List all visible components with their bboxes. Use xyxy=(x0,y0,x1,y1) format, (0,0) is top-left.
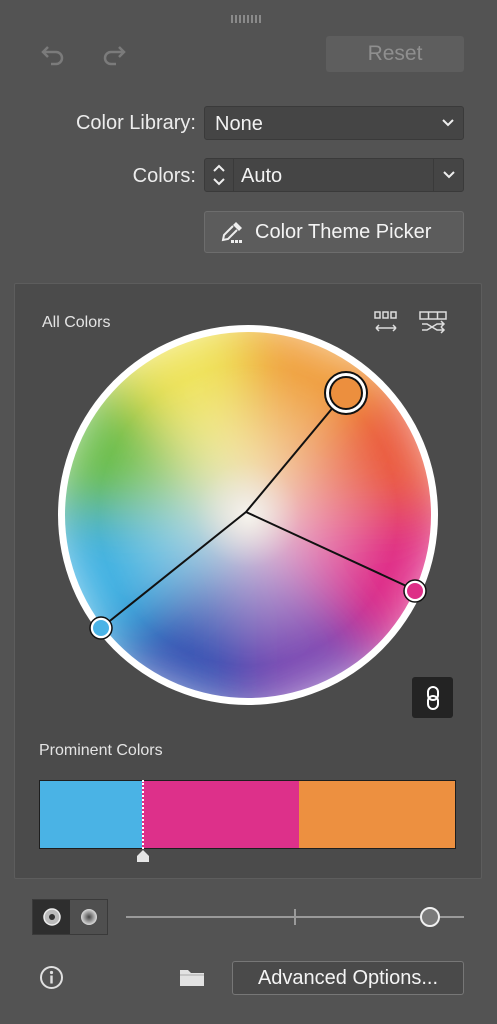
base-color-handle[interactable] xyxy=(324,371,368,415)
color-theme-picker-button[interactable]: Color Theme Picker xyxy=(204,211,464,253)
colors-dropdown-toggle[interactable] xyxy=(433,159,464,191)
prominent-colors-bar[interactable] xyxy=(39,780,456,849)
prominent-swatch-pink[interactable] xyxy=(141,781,300,848)
color-library-select[interactable]: None xyxy=(204,106,464,140)
chevron-down-icon xyxy=(442,119,454,127)
panel-grip[interactable] xyxy=(231,10,265,23)
swatch-divider xyxy=(141,780,144,849)
folder-icon[interactable] xyxy=(178,966,206,988)
slider-thumb[interactable] xyxy=(420,907,441,927)
info-icon[interactable] xyxy=(39,965,64,990)
colors-stepper[interactable] xyxy=(205,159,234,191)
reset-button[interactable]: Reset xyxy=(326,36,464,72)
colors-label: Colors: xyxy=(132,165,196,187)
segmented-wheel-icon xyxy=(80,909,97,925)
prominent-colors-title: Prominent Colors xyxy=(39,742,163,759)
color-theme-picker-label: Color Theme Picker xyxy=(255,220,432,243)
color-wheel[interactable] xyxy=(55,322,441,708)
stepper-arrows-icon xyxy=(213,164,225,186)
chevron-down-icon xyxy=(443,171,455,179)
advanced-options-button[interactable]: Advanced Options... xyxy=(232,961,464,995)
prominent-swatch-orange[interactable] xyxy=(299,781,455,848)
link-harmony-button[interactable] xyxy=(412,677,453,718)
prominent-swatch-blue[interactable] xyxy=(40,781,142,848)
undo-icon[interactable] xyxy=(37,40,69,68)
slider-center-tick xyxy=(294,909,296,925)
eyedropper-icon xyxy=(221,222,242,243)
wheel-display-mode[interactable] xyxy=(32,899,108,935)
pink-color-handle[interactable] xyxy=(403,579,427,603)
swatch-divider-handle[interactable] xyxy=(135,849,151,863)
brightness-slider[interactable] xyxy=(126,903,464,931)
color-library-label: Color Library: xyxy=(75,112,196,134)
colors-count-select[interactable]: Auto xyxy=(204,158,464,192)
smooth-wheel-icon xyxy=(42,908,61,926)
redo-icon[interactable] xyxy=(98,40,130,68)
smooth-wheel-button[interactable] xyxy=(33,900,70,934)
color-library-value: None xyxy=(215,113,263,135)
link-harmony-icon xyxy=(426,685,439,710)
blue-color-handle[interactable] xyxy=(89,616,113,640)
colors-count-value: Auto xyxy=(241,165,283,187)
segmented-wheel-button[interactable] xyxy=(70,900,107,934)
